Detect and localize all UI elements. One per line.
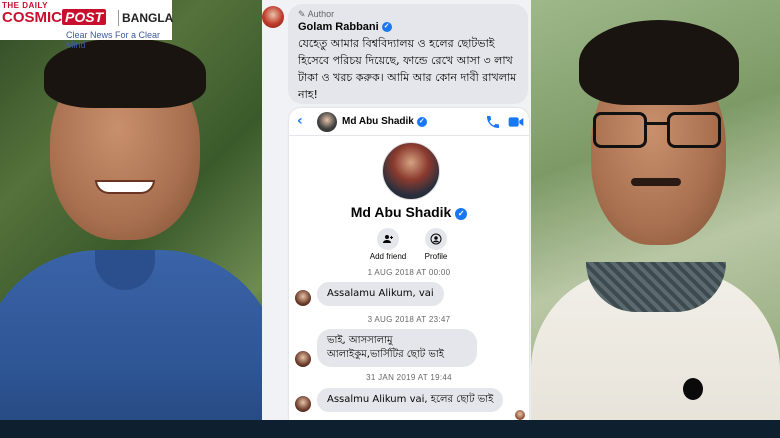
read-receipt-avatar	[515, 410, 525, 420]
logo-tagline: Clear News For a Clear Mind	[66, 30, 161, 50]
messenger-chat: ‹ Md Abu Shadik ✓ Md Abu Shadik ✓ Add fr…	[289, 108, 529, 420]
message-timestamp: 1 AUG 2018 AT 00:00	[367, 268, 451, 277]
sender-avatar[interactable]	[295, 290, 311, 306]
chat-header-name-row: Md Abu Shadik ✓	[342, 116, 427, 127]
bottom-bar	[0, 420, 780, 438]
lapel-mic	[683, 378, 703, 400]
profile-avatar[interactable]	[382, 142, 440, 200]
phone-icon[interactable]	[485, 114, 501, 130]
verified-badge-icon: ✓	[455, 208, 468, 220]
profile-button[interactable]: Profile	[411, 228, 461, 261]
author-tag: ✎ Author	[298, 9, 518, 20]
author-avatar	[262, 6, 284, 28]
chat-header-name[interactable]: Md Abu Shadik	[342, 116, 414, 127]
comment-text: যেহেতু আমার বিশ্ববিদ্যালয় ও হলের ছোটভাই…	[298, 37, 517, 101]
profile-icon	[425, 228, 447, 250]
verified-badge-icon: ✓	[416, 116, 427, 127]
logo-post: POST	[62, 9, 107, 25]
add-friend-icon	[377, 228, 399, 250]
add-friend-label: Add friend	[369, 252, 407, 261]
right-person-hair	[579, 20, 739, 105]
author-name[interactable]: Golam Rabbani	[298, 21, 379, 33]
author-tag-label: Author	[307, 9, 335, 19]
verified-badge-icon: ✓	[381, 22, 392, 32]
author-comment: ✎ Author Golam Rabbani ✓ যেহেতু আমার বিশ…	[288, 4, 528, 104]
message-bubble[interactable]: Assalmu Alikum vai, হলের ছোট ভাই	[317, 388, 504, 412]
glasses	[593, 112, 647, 148]
video-call-icon[interactable]	[508, 115, 524, 129]
message-row: Assalmu Alikum vai, হলের ছোট ভাই	[295, 388, 504, 412]
back-arrow-icon[interactable]: ‹	[297, 113, 303, 129]
message-bubble[interactable]: ভাই, আসসালামু আলাইকুম,ভার্সিটির ছোট ভাই	[317, 329, 477, 367]
message-bubble[interactable]: Assalamu Alikum, vai	[317, 282, 444, 306]
cosmic-post-logo: THE DAILY COSMIC POST BANGLA Clear News …	[0, 0, 174, 50]
logo-bangla: BANGLA	[122, 11, 174, 25]
message-timestamp: 3 AUG 2018 AT 23:47	[367, 315, 451, 324]
add-friend-button[interactable]: Add friend	[363, 228, 413, 261]
profile-label: Profile	[424, 252, 448, 261]
sender-avatar[interactable]	[295, 396, 311, 412]
right-person-photo	[531, 0, 780, 420]
author-name-row: Golam Rabbani ✓	[298, 21, 518, 33]
profile-name-row: Md Abu Shadik ✓	[289, 204, 529, 220]
chat-header: ‹ Md Abu Shadik ✓	[289, 108, 529, 136]
logo-cosmic: COSMIC	[2, 9, 62, 26]
left-person-photo	[0, 0, 262, 420]
message-row: ভাই, আসসালামু আলাইকুম,ভার্সিটির ছোট ভাই	[295, 329, 477, 367]
profile-name: Md Abu Shadik	[350, 204, 452, 220]
news-thumbnail: THE DAILY COSMIC POST BANGLA Clear News …	[0, 0, 780, 438]
facebook-screenshot: ✎ Author Golam Rabbani ✓ যেহেতু আমার বিশ…	[262, 0, 531, 420]
logo-divider	[118, 10, 119, 26]
pen-icon: ✎	[298, 9, 306, 19]
message-row: Assalamu Alikum, vai	[295, 282, 444, 306]
chat-header-avatar[interactable]	[317, 112, 337, 132]
sender-avatar[interactable]	[295, 351, 311, 367]
message-timestamp: 31 JAN 2019 AT 19:44	[366, 373, 452, 382]
